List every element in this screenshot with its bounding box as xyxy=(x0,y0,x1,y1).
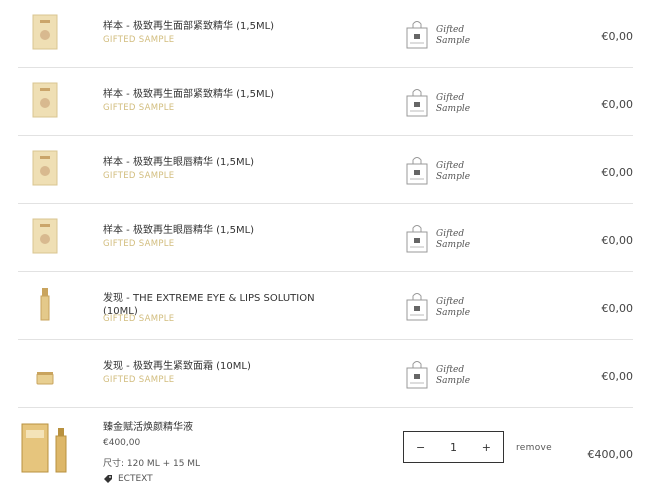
remove-link[interactable]: remove xyxy=(516,443,552,453)
item-title: 发现 - 极致再生紧致面霜 (10ML) xyxy=(103,361,251,372)
item-price: €0,00 xyxy=(601,166,634,179)
cart-item: 样本 - 极致再生眼唇精华 (1,5ML) GIFTED SAMPLE Gift… xyxy=(18,204,633,272)
item-price: €0,00 xyxy=(601,234,634,247)
product-total: €400,00 xyxy=(587,448,634,461)
eye-cream-tube-thumbnail xyxy=(40,288,50,321)
gift-bag-icon xyxy=(406,361,428,389)
product-tag: ECTEXT xyxy=(103,474,153,484)
gift-line: Sample xyxy=(436,172,471,182)
gifted-sample-text: Gifted Sample xyxy=(436,297,470,319)
gift-bag-icon xyxy=(406,21,428,49)
gift-bag-icon xyxy=(406,293,428,321)
gifted-sample-label: GIFTED SAMPLE xyxy=(103,314,175,324)
item-price: €0,00 xyxy=(601,370,634,383)
gift-line: Gifted xyxy=(436,93,465,103)
gifted-sample-text: Gifted Sample xyxy=(436,161,470,183)
cart-product: 臻金赋活焕颜精华液 €400,00 尺寸: 120 ML + 15 ML ECT… xyxy=(18,408,633,489)
gifted-sample-text: Gifted Sample xyxy=(436,229,470,251)
item-price: €0,00 xyxy=(601,30,634,43)
sachet-thumbnail xyxy=(32,218,58,254)
gift-line: Gifted xyxy=(436,365,465,375)
product-unit-price: €400,00 xyxy=(103,438,141,448)
sachet-thumbnail xyxy=(32,150,58,186)
quantity-value: 1 xyxy=(450,440,457,454)
gift-bag-icon xyxy=(406,225,428,253)
item-price: €0,00 xyxy=(601,302,634,315)
cart-item: 样本 - 极致再生面部紧致精华 (1,5ML) GIFTED SAMPLE Gi… xyxy=(18,0,633,68)
gifted-sample-label: GIFTED SAMPLE xyxy=(103,35,175,45)
increase-quantity-button[interactable]: + xyxy=(482,441,491,454)
gift-bag-icon xyxy=(406,157,428,185)
quantity-stepper[interactable]: − 1 + xyxy=(403,431,504,463)
gifted-sample-text: Gifted Sample xyxy=(436,25,470,47)
gift-line: Sample xyxy=(436,36,471,46)
gift-line: Sample xyxy=(436,376,471,386)
sachet-thumbnail xyxy=(32,14,58,50)
item-title: 样本 - 极致再生眼唇精华 (1,5ML) xyxy=(103,225,255,236)
gifted-sample-label: GIFTED SAMPLE xyxy=(103,375,175,385)
gifted-sample-label: GIFTED SAMPLE xyxy=(103,239,175,249)
cart-item: 发现 - 极致再生紧致面霜 (10ML) GIFTED SAMPLE Gifte… xyxy=(18,340,633,408)
decrease-quantity-button[interactable]: − xyxy=(416,441,425,454)
gifted-sample-text: Gifted Sample xyxy=(436,93,470,115)
item-title: 样本 - 极致再生眼唇精华 (1,5ML) xyxy=(103,157,255,168)
item-title: 样本 - 极致再生面部紧致精华 (1,5ML) xyxy=(103,89,275,100)
gifted-sample-label: GIFTED SAMPLE xyxy=(103,103,175,113)
cart-item: 样本 - 极致再生眼唇精华 (1,5ML) GIFTED SAMPLE Gift… xyxy=(18,136,633,204)
gifted-sample-text: Gifted Sample xyxy=(436,365,470,387)
product-size: 尺寸: 120 ML + 15 ML xyxy=(103,459,201,469)
gift-line: Gifted xyxy=(436,229,465,239)
gifted-sample-label: GIFTED SAMPLE xyxy=(103,171,175,181)
cart-item: 样本 - 极致再生面部紧致精华 (1,5ML) GIFTED SAMPLE Gi… xyxy=(18,68,633,136)
tag-label: ECTEXT xyxy=(118,474,153,484)
gift-line: Sample xyxy=(436,308,471,318)
gift-line: Sample xyxy=(436,240,471,250)
product-box-thumbnail xyxy=(21,423,67,473)
product-title: 臻金赋活焕颜精华液 xyxy=(103,422,193,433)
tag-icon xyxy=(104,475,112,483)
sachet-thumbnail xyxy=(32,82,58,118)
item-title: 样本 - 极致再生面部紧致精华 (1,5ML) xyxy=(103,21,275,32)
gift-line: Gifted xyxy=(436,161,465,171)
gift-bag-icon xyxy=(406,89,428,117)
gift-line: Sample xyxy=(436,104,471,114)
gift-line: Gifted xyxy=(436,297,465,307)
gift-line: Gifted xyxy=(436,25,465,35)
cream-jar-thumbnail xyxy=(36,372,54,385)
item-price: €0,00 xyxy=(601,98,634,111)
cart-item: 发现 - THE EXTREME EYE & LIPS SOLUTION (10… xyxy=(18,272,633,340)
